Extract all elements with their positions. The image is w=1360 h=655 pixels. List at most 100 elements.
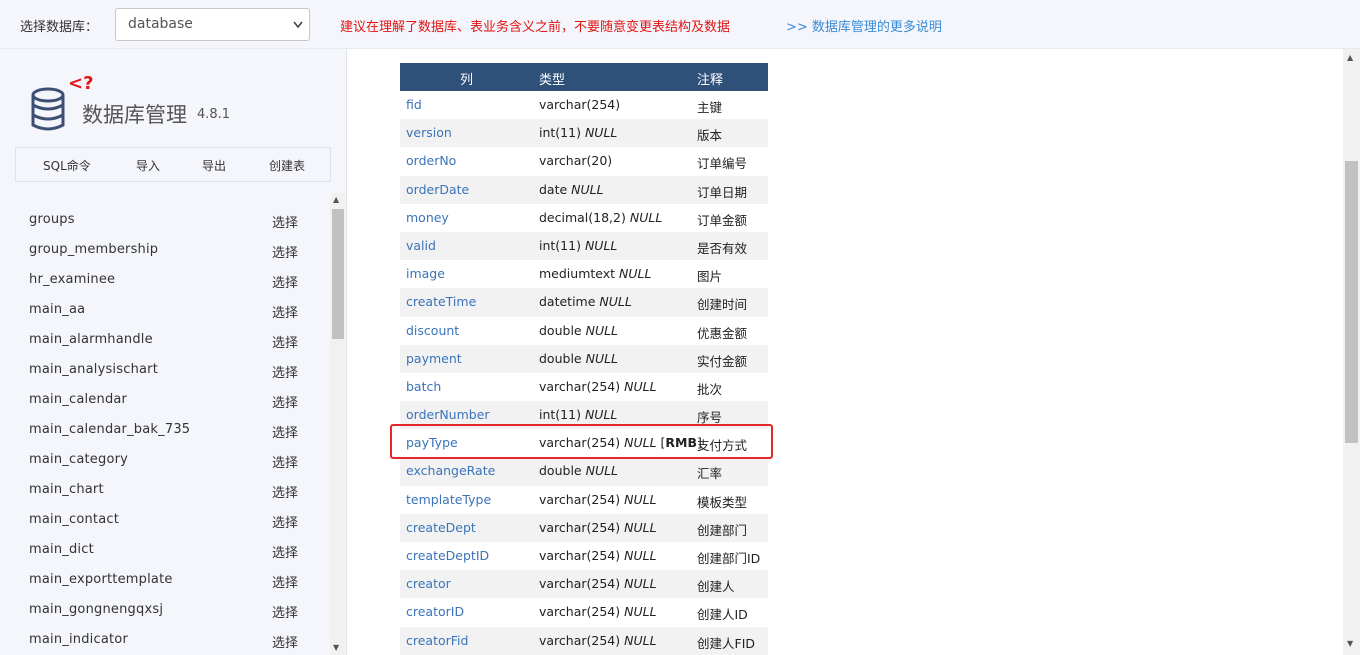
column-name[interactable]: orderDate [406,182,469,197]
table-name[interactable]: main_gongnengqxsj [29,602,163,617]
table-row: payment double NULL 实付金额 [400,344,768,373]
column-comment: 主键 [697,100,723,115]
type-text: decimal(18,2) [539,209,626,225]
column-name[interactable]: money [406,210,449,225]
column-name[interactable]: orderNo [406,153,456,168]
scroll-down-icon[interactable]: ▼ [333,643,339,652]
list-item[interactable]: main_aa 选择 [0,295,330,325]
select-table-button[interactable]: 选择 [272,212,298,231]
select-table-button[interactable]: 选择 [272,512,298,531]
list-item[interactable]: hr_examinee 选择 [0,265,330,295]
column-name[interactable]: orderNumber [406,407,490,422]
table-name[interactable]: main_category [29,452,128,467]
select-table-button[interactable]: 选择 [272,572,298,591]
column-name[interactable]: exchangeRate [406,463,495,478]
list-item[interactable]: main_analysischart 选择 [0,355,330,385]
null-flag: NULL [584,237,618,253]
list-item[interactable]: main_indicator 选择 [0,625,330,655]
scroll-down-icon[interactable]: ▼ [1347,639,1353,648]
select-table-button[interactable]: 选择 [272,272,298,291]
column-name[interactable]: batch [406,379,441,394]
column-name[interactable]: createDept [406,520,476,535]
list-item[interactable]: main_calendar 选择 [0,385,330,415]
app-title: 数据库管理 [82,103,187,127]
list-item[interactable]: groups 选择 [0,205,330,235]
list-item[interactable]: group_membership 选择 [0,235,330,265]
main-scrollbar[interactable]: ▲ ▼ [1343,49,1360,655]
table-name[interactable]: main_alarmhandle [29,332,153,347]
table-name[interactable]: groups [29,212,75,227]
table-name[interactable]: group_membership [29,242,158,257]
column-type: mediumtext NULL [539,266,651,281]
column-name[interactable]: payment [406,351,462,366]
null-flag: NULL [629,209,663,225]
sql-command-button[interactable]: SQL命令 [43,157,91,174]
table-name[interactable]: main_calendar_bak_735 [29,422,190,437]
more-info-link[interactable]: >> 数据库管理的更多说明 [786,16,942,35]
table-row: createDeptID varchar(254) NULL 创建部门ID [400,542,768,570]
header-comment: 注释 [697,73,724,88]
scroll-up-icon[interactable]: ▲ [333,195,339,204]
column-type: varchar(254) NULL [539,520,657,535]
table-name[interactable]: main_aa [29,302,85,317]
table-name[interactable]: main_contact [29,512,119,527]
column-type: int(11) NULL [539,407,617,422]
column-name[interactable]: creatorFid [406,633,468,648]
null-flag: NULL [585,463,619,479]
export-button[interactable]: 导出 [202,157,226,174]
sidebar-scroll-thumb[interactable] [332,209,344,339]
select-table-button[interactable]: 选择 [272,392,298,411]
table-header: 列 类型 注释 [400,63,768,91]
table-name[interactable]: main_chart [29,482,104,497]
column-name[interactable]: image [406,266,445,281]
table-name[interactable]: main_exporttemplate [29,572,173,587]
column-name[interactable]: templateType [406,492,491,507]
list-item[interactable]: main_chart 选择 [0,475,330,505]
select-table-button[interactable]: 选择 [272,302,298,321]
column-name[interactable]: creatorID [406,604,464,619]
table-name[interactable]: main_dict [29,542,94,557]
select-table-button[interactable]: 选择 [272,422,298,441]
null-flag: NULL [584,125,618,141]
list-item[interactable]: main_calendar_bak_735 选择 [0,415,330,445]
list-item[interactable]: main_dict 选择 [0,535,330,565]
select-table-button[interactable]: 选择 [272,542,298,561]
table-name[interactable]: main_indicator [29,632,128,647]
null-flag: NULL [624,491,657,507]
select-table-button[interactable]: 选择 [272,242,298,261]
column-name[interactable]: fid [406,97,422,112]
null-flag: NULL [619,266,652,282]
main-scroll-thumb[interactable] [1345,161,1358,443]
column-name[interactable]: version [406,125,452,140]
type-text: varchar(254) [539,632,621,648]
list-item[interactable]: main_category 选择 [0,445,330,475]
create-table-button[interactable]: 创建表 [269,157,305,174]
list-item[interactable]: main_alarmhandle 选择 [0,325,330,355]
database-select[interactable]: database [115,8,310,41]
column-type: varchar(254) NULL [539,379,657,394]
table-row: fid varchar(254) 主键 [400,91,768,119]
column-name[interactable]: discount [406,323,459,338]
scroll-up-icon[interactable]: ▲ [1347,53,1353,62]
select-table-button[interactable]: 选择 [272,362,298,381]
select-table-button[interactable]: 选择 [272,452,298,471]
import-button[interactable]: 导入 [136,157,160,174]
column-type: date NULL [539,182,604,197]
column-name[interactable]: createDeptID [406,548,489,563]
select-table-button[interactable]: 选择 [272,632,298,651]
list-item[interactable]: main_gongnengqxsj 选择 [0,595,330,625]
table-name[interactable]: hr_examinee [29,272,115,287]
select-table-button[interactable]: 选择 [272,332,298,351]
select-table-button[interactable]: 选择 [272,482,298,501]
table-name[interactable]: main_analysischart [29,362,158,377]
select-table-button[interactable]: 选择 [272,602,298,621]
table-row: batch varchar(254) NULL 批次 [400,373,768,401]
sidebar-scrollbar[interactable]: ▲ ▼ [330,193,346,655]
column-name[interactable]: valid [406,238,436,253]
column-name[interactable]: creator [406,576,451,591]
table-name[interactable]: main_calendar [29,392,127,407]
list-item[interactable]: main_contact 选择 [0,505,330,535]
column-name[interactable]: createTime [406,294,476,309]
list-item[interactable]: main_exporttemplate 选择 [0,565,330,595]
table-row: createTime datetime NULL 创建时间 [400,288,768,317]
